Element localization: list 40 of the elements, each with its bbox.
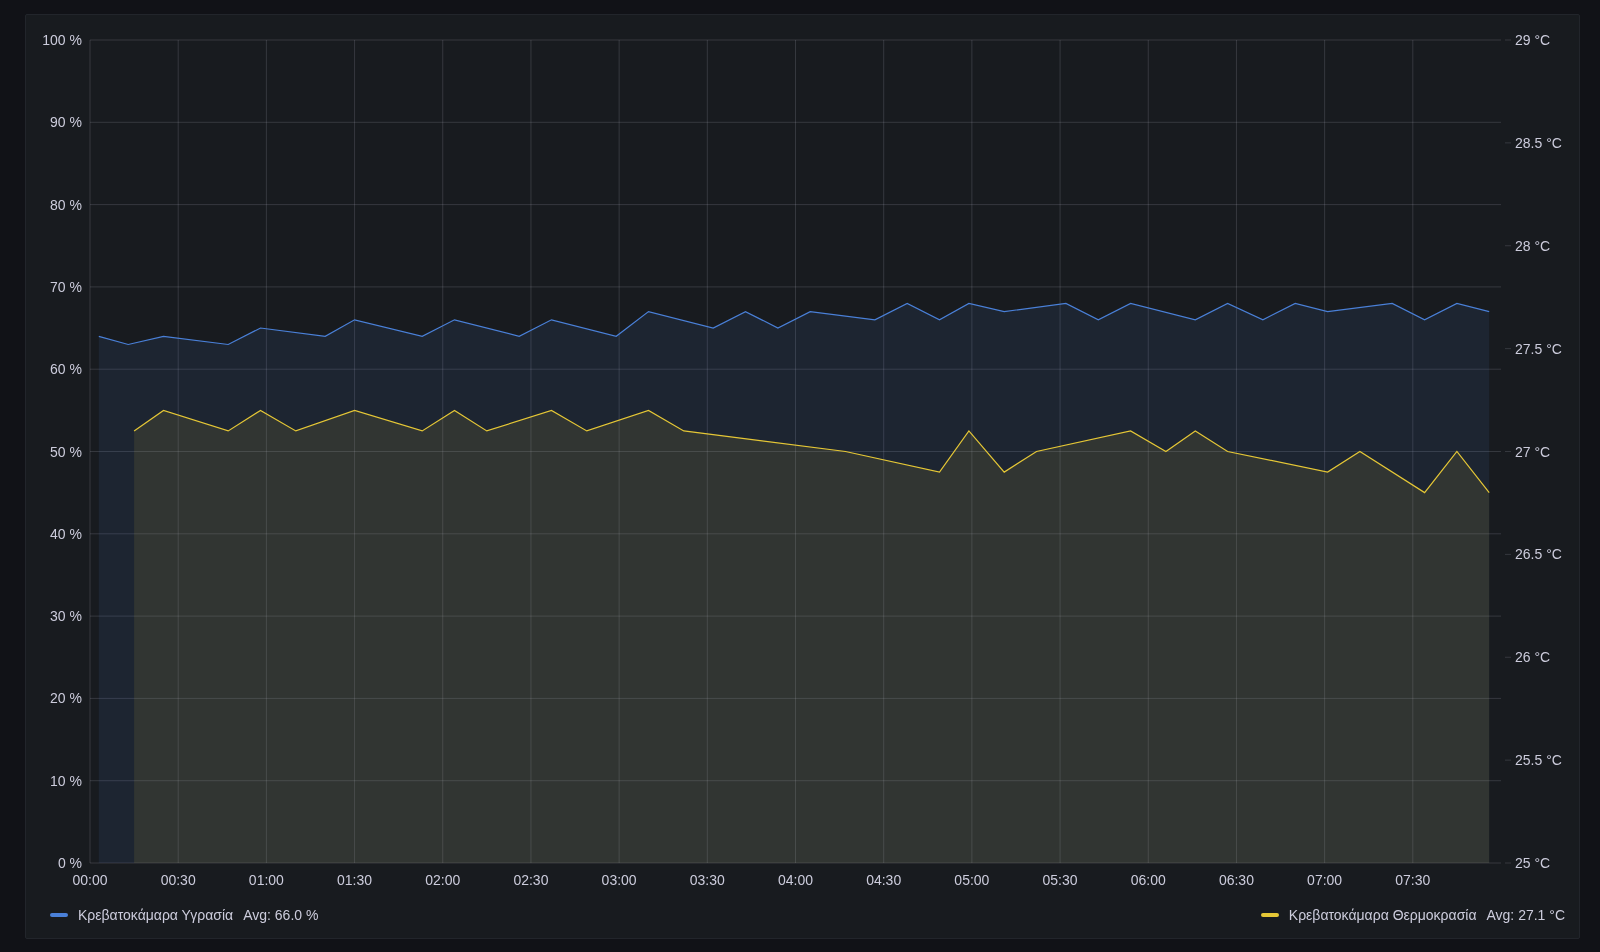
y-axis-label: 20 % (50, 690, 82, 707)
y-axis-label: 29 °C (1515, 32, 1551, 48)
y-axis-label: 40 % (50, 525, 82, 542)
y-axis-label: 30 % (50, 608, 82, 625)
x-axis-label: 07:00 (1307, 872, 1343, 888)
y-axis-label: 50 % (50, 443, 82, 460)
y-axis-label: 27.5 °C (1515, 340, 1562, 357)
y-axis-label: 90 % (50, 114, 82, 131)
x-axis-label: 02:30 (513, 872, 549, 888)
x-axis-label: 02:00 (425, 872, 461, 888)
y-axis-label: 0 % (57, 855, 82, 871)
x-axis-label: 00:30 (160, 872, 196, 888)
legend-value: Avg: 27.1 °C (1486, 907, 1565, 923)
y-axis-label: 28 °C (1515, 237, 1551, 254)
x-axis-label: 01:30 (337, 872, 373, 888)
x-axis-label: 03:30 (689, 872, 725, 888)
legend-label[interactable]: Κρεβατοκάμαρα Υγρασία (78, 907, 234, 923)
y-axis-label: 25.5 °C (1515, 752, 1562, 769)
y-axis-label: 60 % (50, 361, 82, 378)
legend-label[interactable]: Κρεβατοκάμαρα Θερμοκρασία (1288, 907, 1477, 923)
x-axis-label: 01:00 (248, 872, 284, 888)
x-axis-label: 07:30 (1395, 872, 1431, 888)
x-axis-label: 06:00 (1130, 872, 1166, 888)
y-axis-label: 26 °C (1515, 649, 1551, 666)
x-axis-label: 03:00 (601, 872, 637, 888)
legend-value: Avg: 66.0 % (243, 907, 319, 923)
y-axis-label: 70 % (50, 278, 82, 295)
y-axis-label: 100 % (42, 32, 82, 48)
y-axis-label: 25 °C (1515, 855, 1551, 871)
x-axis-label: 04:00 (778, 872, 813, 888)
y-axis-label: 80 % (50, 196, 82, 213)
x-axis-label: 04:30 (866, 872, 902, 888)
y-axis-label: 27 °C (1515, 443, 1551, 460)
y-axis-label: 28.5 °C (1515, 134, 1562, 151)
x-axis-label: 05:30 (1042, 872, 1078, 888)
x-axis-label: 05:00 (954, 872, 990, 888)
y-axis-label: 10 % (50, 772, 82, 789)
x-axis-label: 06:30 (1218, 872, 1254, 888)
x-axis-label: 00:00 (72, 872, 108, 888)
y-axis-label: 26.5 °C (1515, 546, 1562, 563)
